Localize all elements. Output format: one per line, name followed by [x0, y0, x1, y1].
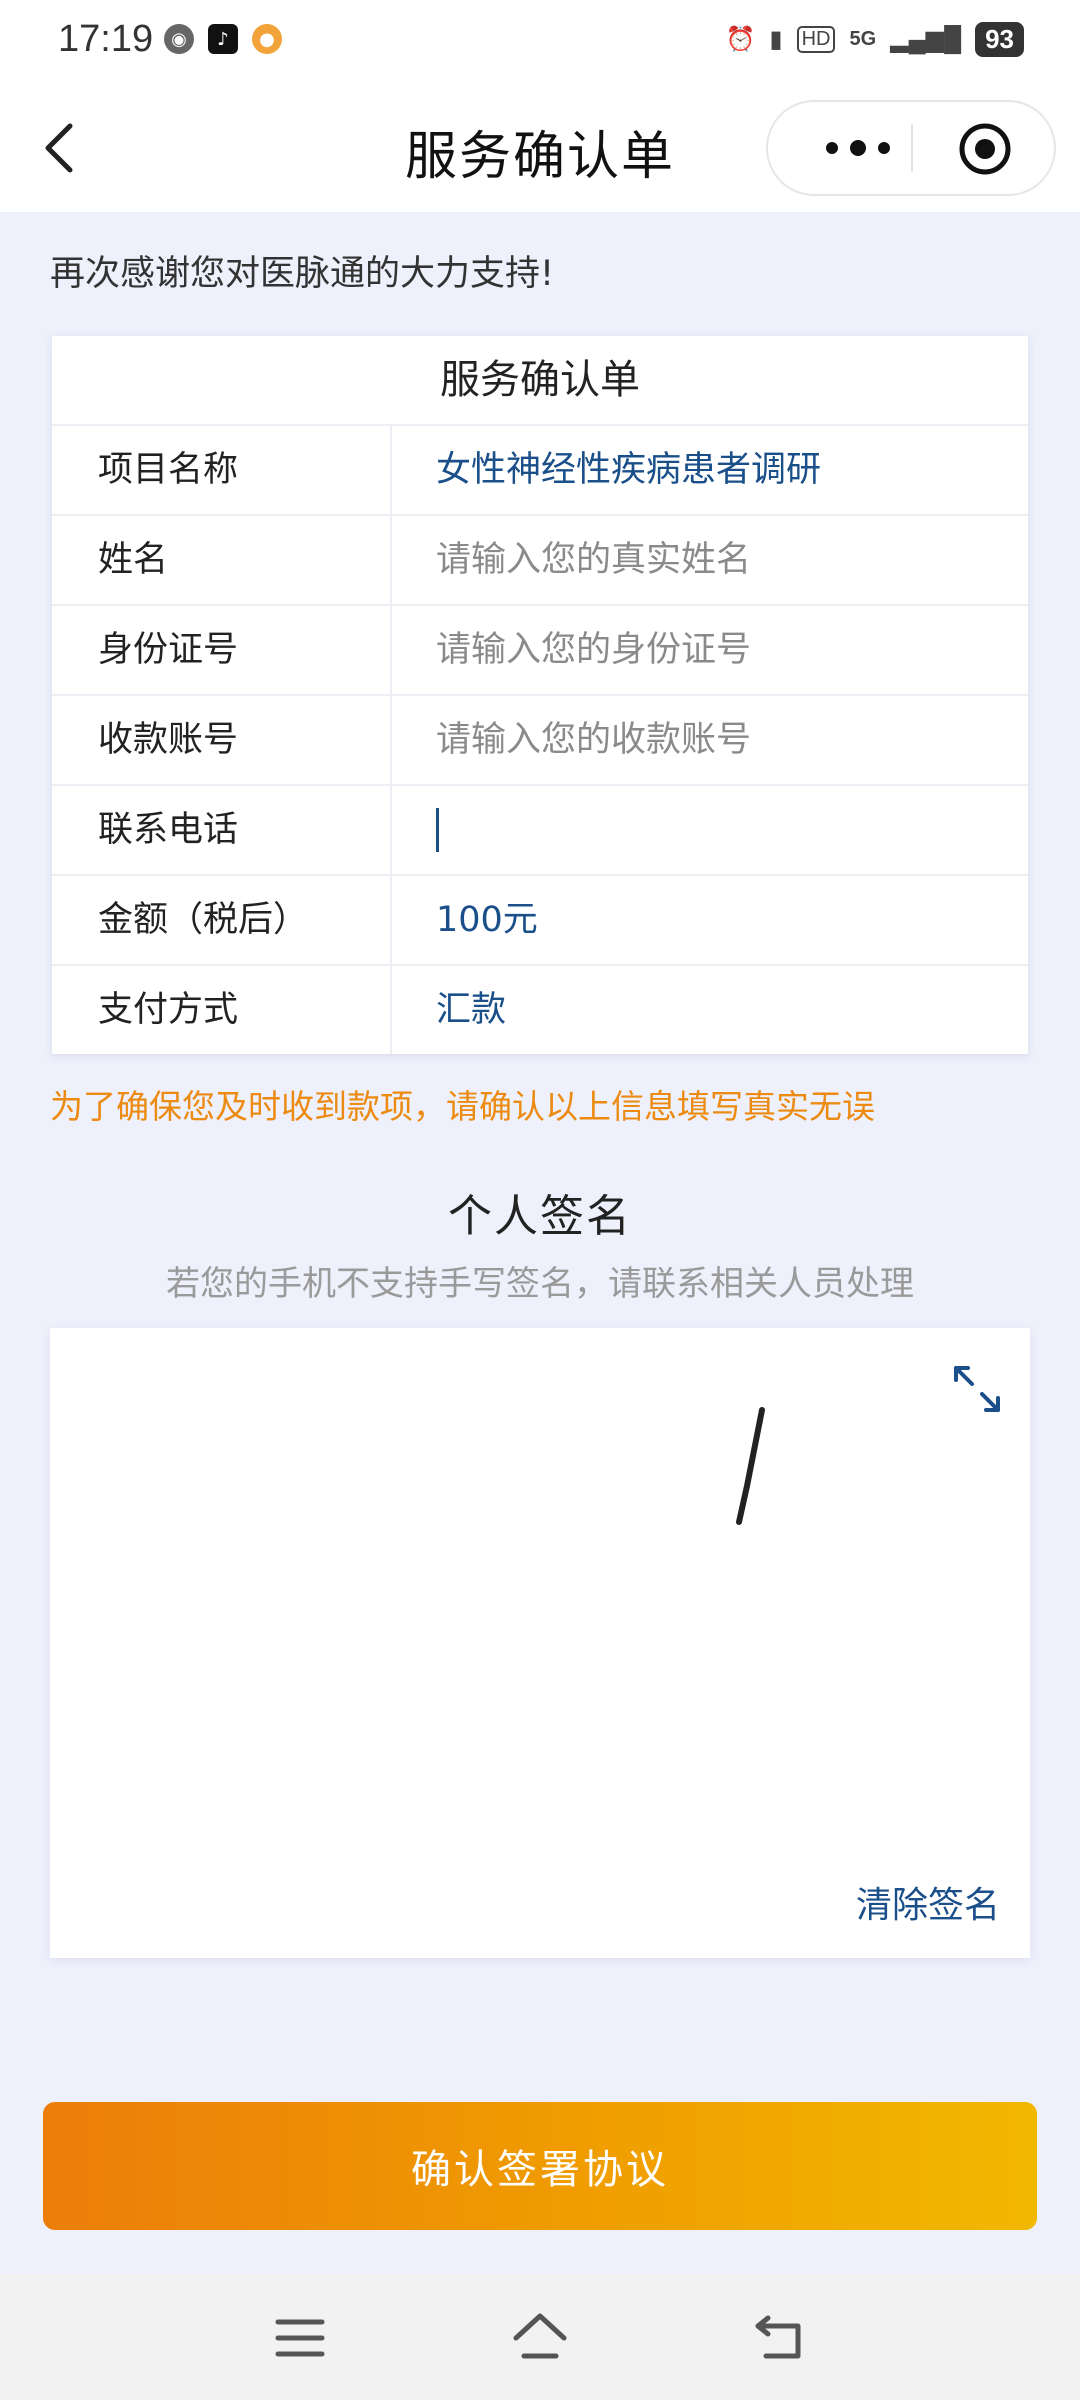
status-time: 17:19: [58, 18, 154, 60]
service-confirmation-form: 服务确认单 项目名称 女性神经性疾病患者调研 姓名 请输入您的真实姓名 身份证号…: [52, 336, 1028, 1054]
project-name-value: 女性神经性疾病患者调研: [436, 450, 822, 490]
more-icon[interactable]: [808, 130, 908, 166]
alarm-icon: ⏰: [725, 26, 756, 53]
network-icon: 5G: [849, 28, 877, 50]
back-nav-icon[interactable]: [752, 2310, 808, 2366]
confirm-info-warning: 为了确保您及时收到款项，请确认以上信息填写真实无误: [50, 1087, 875, 1126]
confirm-sign-button[interactable]: 确认签署协议: [43, 2102, 1037, 2230]
notification-icons: ◉ ♪ ●: [164, 24, 282, 54]
signature-subtitle: 若您的手机不支持手写签名，请联系相关人员处理: [166, 1264, 914, 1304]
status-indicators: ⏰ ▮ HD 5G ▂▄▆█ 93: [725, 22, 1024, 57]
phone-input[interactable]: [392, 786, 1028, 874]
menu-icon[interactable]: [272, 2310, 328, 2366]
miniprogram-capsule: [766, 100, 1056, 196]
signature-pad[interactable]: 清除签名: [50, 1328, 1030, 1958]
form-row-account: 收款账号 请输入您的收款账号: [52, 696, 1028, 786]
thanks-message: 再次感谢您对医脉通的大力支持!: [50, 254, 555, 294]
payment-method-label: 支付方式: [52, 966, 392, 1054]
phone-label: 联系电话: [52, 786, 392, 874]
close-miniprogram-icon[interactable]: [958, 122, 1012, 176]
account-label: 收款账号: [52, 696, 392, 784]
form-row-phone: 联系电话: [52, 786, 1028, 876]
id-number-label: 身份证号: [52, 606, 392, 694]
app-notification-icon: ◉: [164, 24, 194, 54]
form-row-project: 项目名称 女性神经性疾病患者调研: [52, 426, 1028, 516]
text-cursor: [436, 808, 439, 852]
signature-stroke: [736, 1407, 765, 1525]
name-label: 姓名: [52, 516, 392, 604]
payment-method-value: 汇款: [436, 990, 507, 1030]
capsule-divider: [911, 124, 913, 172]
amount-value: 100元: [436, 900, 538, 940]
navigation-bar: 服务确认单: [0, 84, 1080, 212]
signature-title: 个人签名: [448, 1191, 632, 1242]
form-row-payment: 支付方式 汇款: [52, 966, 1028, 1054]
form-row-name: 姓名 请输入您的真实姓名: [52, 516, 1028, 606]
fullscreen-expand-icon[interactable]: [950, 1362, 1004, 1416]
id-number-input[interactable]: 请输入您的身份证号: [392, 606, 1028, 694]
status-bar: 17:19 ◉ ♪ ● ⏰ ▮ HD 5G ▂▄▆█ 93: [0, 0, 1080, 84]
amount-label: 金额（税后）: [52, 876, 392, 964]
battery-indicator: 93: [975, 22, 1024, 57]
hd-icon: HD: [796, 26, 836, 53]
signal-icon: ▂▄▆█: [890, 26, 962, 53]
form-row-amount: 金额（税后） 100元: [52, 876, 1028, 966]
form-title: 服务确认单: [52, 336, 1028, 426]
clear-signature-button[interactable]: 清除签名: [856, 1876, 1000, 1928]
tiktok-icon: ♪: [208, 24, 238, 54]
project-name-label: 项目名称: [52, 426, 392, 514]
vibrate-icon: ▮: [769, 26, 783, 53]
system-navigation-bar: [0, 2274, 1080, 2400]
basketball-icon: ●: [252, 24, 282, 54]
account-input[interactable]: 请输入您的收款账号: [392, 696, 1028, 784]
home-icon[interactable]: [512, 2310, 568, 2366]
name-input[interactable]: 请输入您的真实姓名: [392, 516, 1028, 604]
form-row-id: 身份证号 请输入您的身份证号: [52, 606, 1028, 696]
